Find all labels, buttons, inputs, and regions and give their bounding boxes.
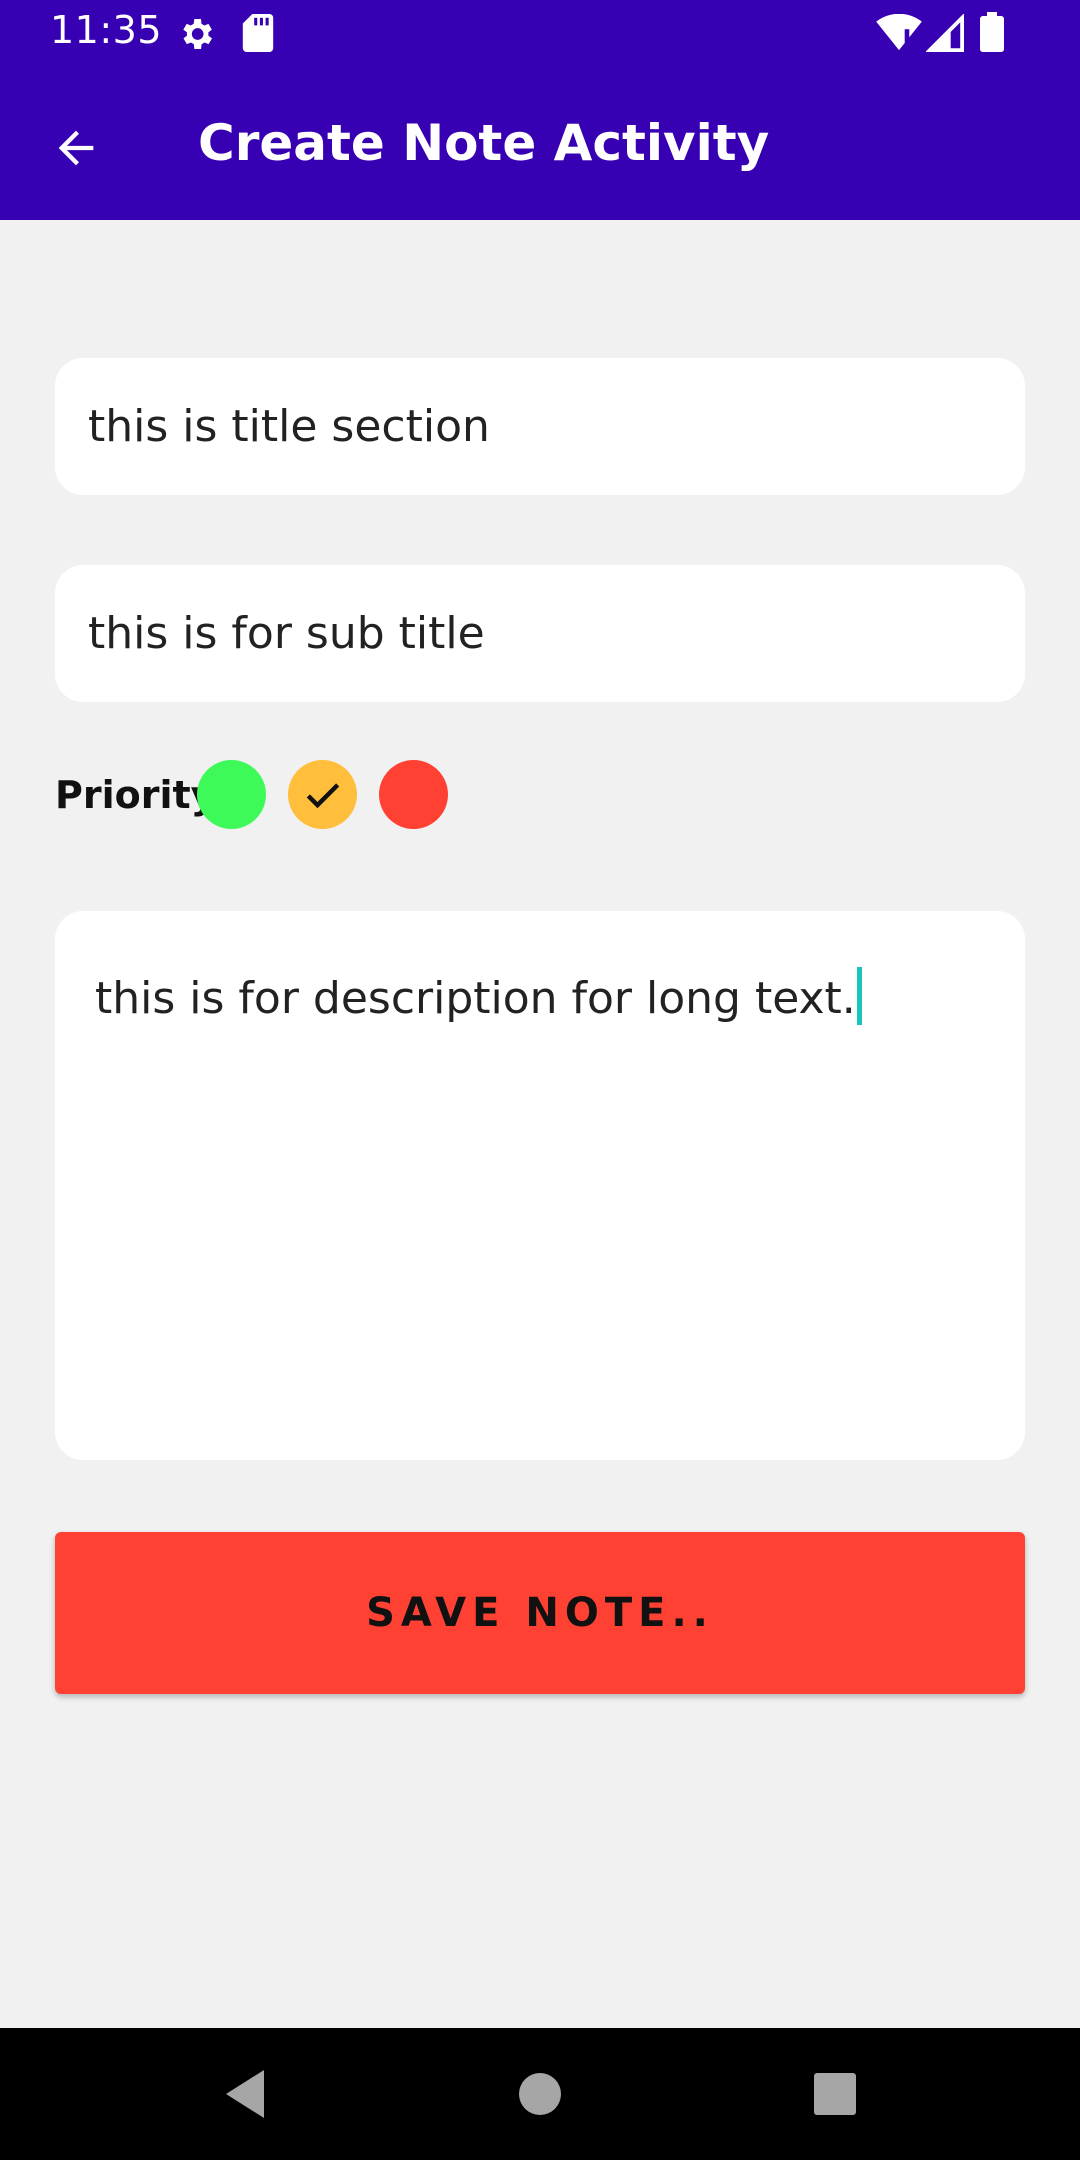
battery-icon [980, 12, 1004, 52]
navigation-bar [0, 2028, 1080, 2160]
back-triangle-icon[interactable] [214, 2064, 274, 2124]
signal-icon [926, 14, 964, 52]
back-button[interactable] [40, 112, 112, 184]
recents-square-icon[interactable] [805, 2064, 865, 2124]
priority-red-button[interactable] [379, 760, 448, 829]
priority-yellow-button[interactable] [288, 760, 357, 829]
priority-label: Priority [55, 773, 216, 817]
description-input[interactable]: this is for description for long text. [55, 911, 1025, 1460]
subtitle-input[interactable] [55, 565, 1025, 702]
settings-icon [183, 19, 212, 49]
app-title: Create Note Activity [198, 114, 770, 172]
title-input[interactable] [55, 358, 1025, 495]
wifi-icon [876, 14, 922, 51]
arrow-back-icon [58, 130, 94, 166]
home-circle-icon[interactable] [510, 2064, 570, 2124]
app-bar: Create Note Activity [0, 66, 1080, 220]
status-time: 11:35 [50, 8, 163, 52]
description-text: this is for description for long text. [95, 973, 856, 1024]
text-cursor [856, 967, 862, 1025]
sd-card-icon [242, 14, 274, 52]
priority-green-button[interactable] [197, 760, 266, 829]
save-note-button[interactable]: SAVE NOTE.. [55, 1532, 1025, 1694]
check-icon [306, 782, 339, 808]
status-bar: 11:35 [0, 0, 1080, 66]
